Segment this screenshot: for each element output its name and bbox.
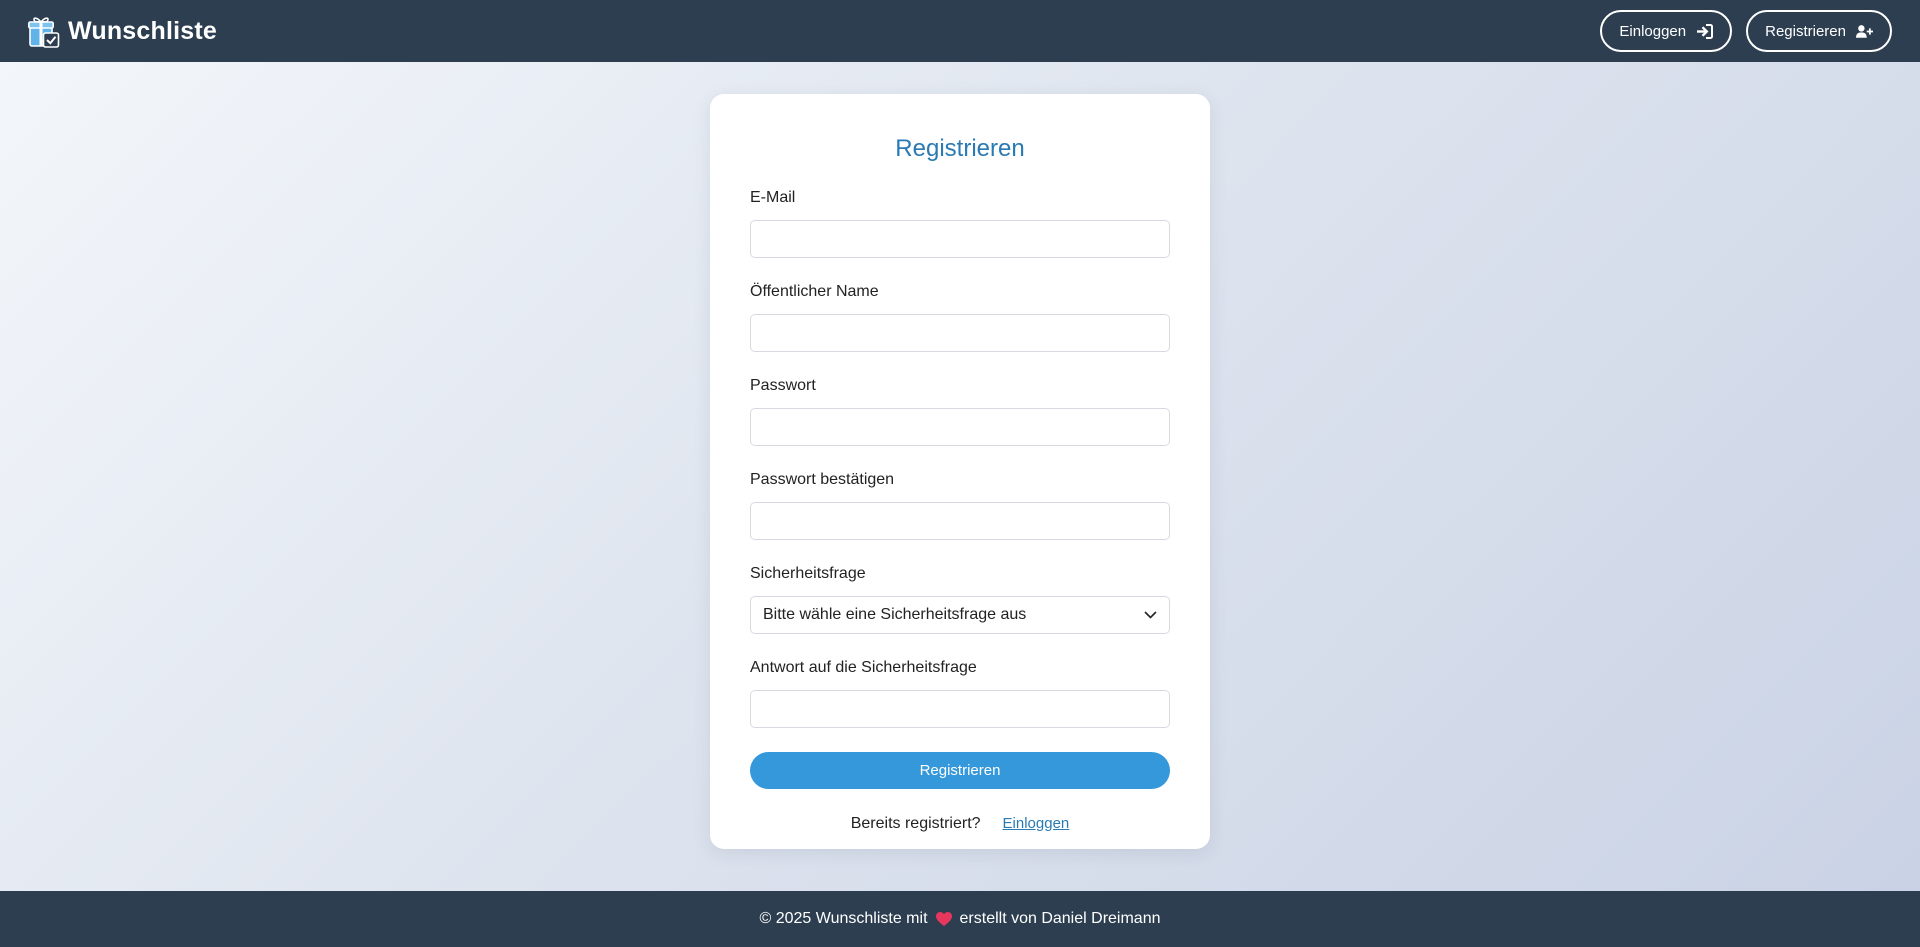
email-field[interactable]: [750, 220, 1170, 258]
page-title: Registrieren: [895, 135, 1025, 162]
security-question-value: Bitte wähle eine Sicherheitsfrage aus: [763, 606, 1027, 623]
login-link[interactable]: Einloggen: [1003, 815, 1070, 832]
public-name-label: Öffentlicher Name: [750, 283, 879, 300]
password-label: Passwort: [750, 377, 816, 394]
heart-icon: [934, 911, 954, 927]
chevron-down-icon: [1144, 611, 1157, 619]
user-plus-icon: [1856, 24, 1873, 39]
public-name-field[interactable]: [750, 314, 1170, 352]
sign-in-icon: [1696, 23, 1714, 39]
security-answer-label: Antwort auf die Sicherheitsfrage: [750, 659, 977, 676]
nav-actions: Einloggen Registrieren: [1600, 10, 1892, 52]
login-prompt: Bereits registriert? Einloggen: [750, 815, 1170, 833]
footer-text-after: erstellt von Daniel Dreimann: [959, 910, 1161, 927]
password-confirm-field[interactable]: [750, 502, 1170, 540]
email-label: E-Mail: [750, 189, 796, 206]
navbar: Wunschliste Einloggen Registrieren: [0, 0, 1920, 62]
security-question-select[interactable]: Bitte wähle eine Sicherheitsfrage aus: [750, 596, 1170, 634]
password-field[interactable]: [750, 408, 1170, 446]
register-card: Registrieren E-Mail Öffentlicher Name Pa…: [710, 94, 1210, 849]
brand[interactable]: Wunschliste: [28, 14, 217, 48]
login-nav-label: Einloggen: [1619, 22, 1687, 40]
footer-text-before: © 2025 Wunschliste mit: [759, 910, 928, 927]
security-question-label: Sicherheitsfrage: [750, 565, 866, 582]
login-nav-button[interactable]: Einloggen: [1600, 10, 1733, 52]
register-submit-button[interactable]: Registrieren: [750, 752, 1170, 789]
register-nav-label: Registrieren: [1765, 22, 1846, 40]
footer: © 2025 Wunschliste mit erstellt von Dani…: [0, 891, 1920, 947]
gift-icon: [28, 14, 60, 48]
brand-name: Wunschliste: [68, 16, 217, 45]
already-registered-text: Bereits registriert?: [850, 815, 981, 832]
security-answer-field[interactable]: [750, 690, 1170, 728]
password-confirm-label: Passwort bestätigen: [750, 471, 895, 488]
register-nav-button[interactable]: Registrieren: [1746, 10, 1892, 52]
